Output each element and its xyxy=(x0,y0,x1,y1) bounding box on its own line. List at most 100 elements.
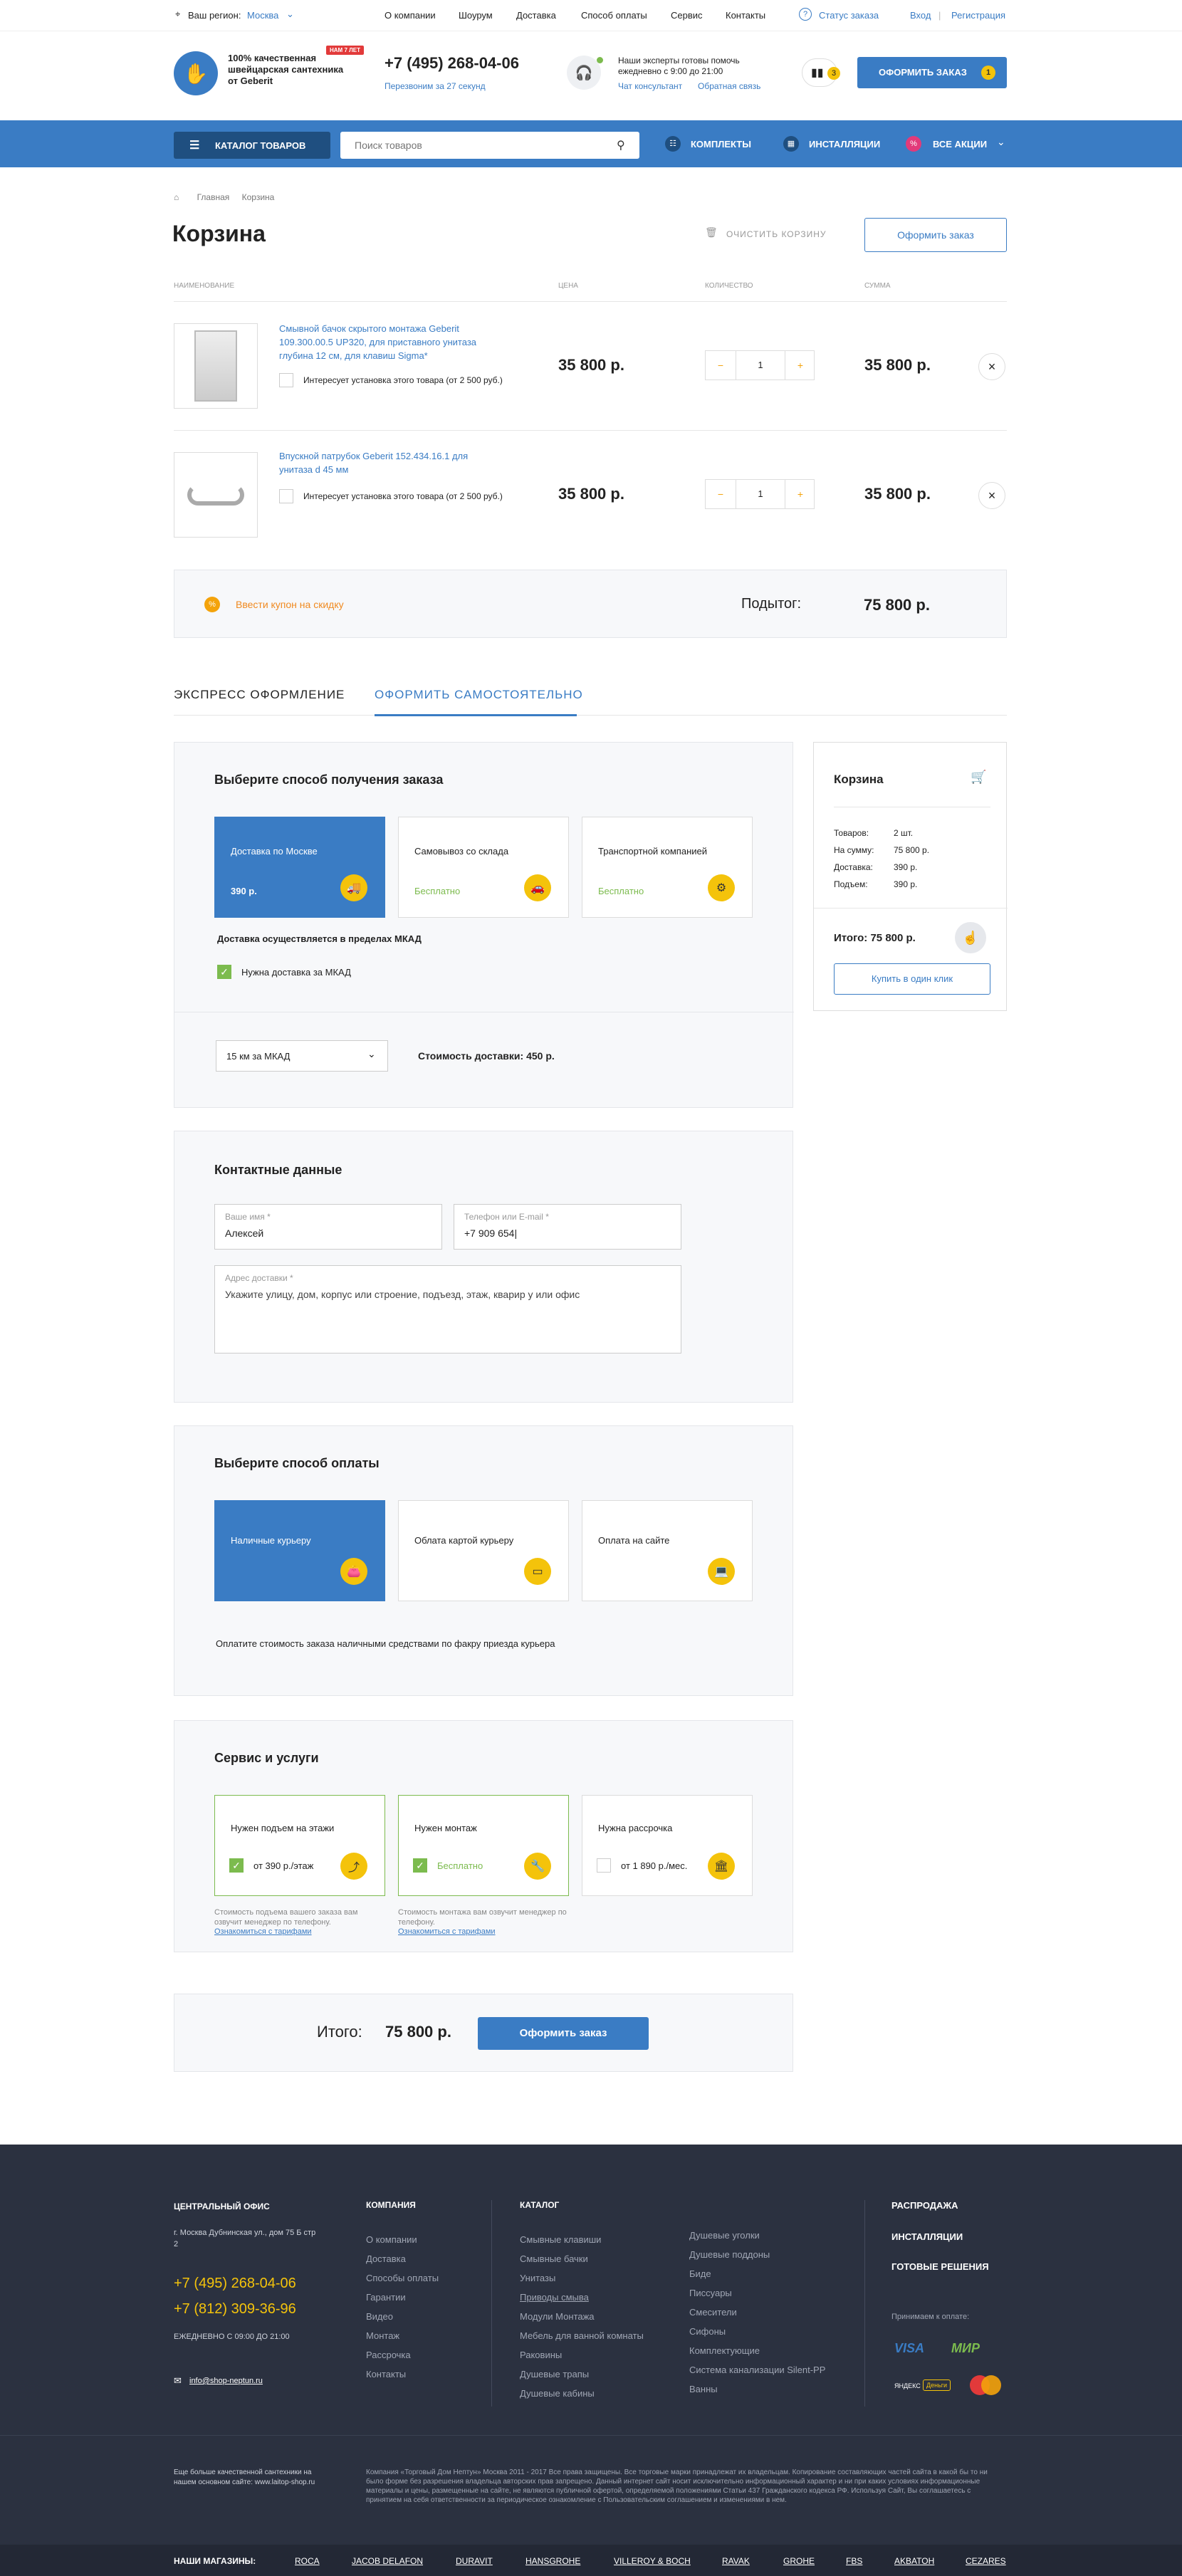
footer-phone-1[interactable]: +7 (495) 268-04-06 xyxy=(174,2276,296,2292)
increment-button[interactable]: + xyxy=(785,480,815,508)
footer-phone-2[interactable]: +7 (812) 309-36-96 xyxy=(174,2301,296,2318)
footer-link[interactable]: Видео xyxy=(366,2307,439,2326)
footer-sale[interactable]: РАСПРОДАЖА xyxy=(891,2200,958,2211)
service-installment[interactable]: Нужна рассрочка от 1 890 р./мес. 🏛 xyxy=(582,1795,753,1896)
footer-link[interactable]: Раковины xyxy=(520,2345,644,2365)
footer-link[interactable]: Душевые уголки xyxy=(689,2226,825,2245)
payment-option-cash[interactable]: Наличные курьеру 👛 xyxy=(214,1500,385,1601)
footer-ready[interactable]: ГОТОВЫЕ РЕШЕНИЯ xyxy=(891,2261,989,2272)
nav-kits[interactable]: КОМПЛЕКТЫ xyxy=(691,139,751,150)
register-link[interactable]: Регистрация xyxy=(951,10,1005,21)
footer-link[interactable]: Сифоны xyxy=(689,2322,825,2341)
footer-link[interactable]: Доставка xyxy=(366,2249,439,2268)
delivery-option-transport[interactable]: Транспортной компанией Бесплатно ⚙ xyxy=(582,817,753,918)
top-menu-showroom[interactable]: Шоурум xyxy=(459,10,493,21)
footer-link[interactable]: Монтаж xyxy=(366,2326,439,2345)
footer-link[interactable]: Приводы смыва xyxy=(520,2288,644,2307)
product-image[interactable] xyxy=(174,323,258,409)
callback-link[interactable]: Перезвоним за 27 секунд xyxy=(385,81,486,91)
search-icon[interactable]: ⚲ xyxy=(617,138,625,152)
store-link[interactable]: HANSGROHE xyxy=(525,2556,580,2566)
footer-link[interactable]: Контакты xyxy=(366,2365,439,2384)
store-link[interactable]: FBS xyxy=(846,2556,862,2566)
install-checkbox[interactable]: ✓ xyxy=(413,1858,427,1873)
checkout-button[interactable]: Оформить заказ xyxy=(478,2017,649,2050)
increment-button[interactable]: + xyxy=(785,351,815,379)
product-image[interactable] xyxy=(174,452,258,538)
store-link[interactable]: VILLEROY & BOCH xyxy=(614,2556,691,2566)
install-checkbox[interactable] xyxy=(279,489,293,503)
footer-link[interactable]: Мебель для ванной комнаты xyxy=(520,2326,644,2345)
tab-self[interactable]: ОФОРМИТЬ САМОСТОЯТЕЛЬНО xyxy=(375,688,583,702)
decrement-button[interactable]: − xyxy=(706,480,736,508)
nav-installations[interactable]: ИНСТАЛЛЯЦИИ xyxy=(809,139,880,150)
store-link[interactable]: CEZARES xyxy=(966,2556,1006,2566)
install-tariffs-link[interactable]: Ознакомиться с тарифами xyxy=(398,1927,496,1936)
chevron-down-icon[interactable]: ⌄ xyxy=(997,136,1005,148)
phone-field[interactable]: Телефон или E-mail * +7 909 654| xyxy=(454,1204,681,1250)
address-field[interactable]: Адрес доставки * Укажите улицу, дом, кор… xyxy=(214,1265,681,1354)
top-menu-delivery[interactable]: Доставка xyxy=(516,10,556,21)
top-menu-about[interactable]: О компании xyxy=(385,10,436,21)
store-link[interactable]: RAVAK xyxy=(722,2556,750,2566)
remove-icon[interactable]: × xyxy=(978,482,1005,509)
mkad-checkbox[interactable]: ✓ xyxy=(217,965,231,979)
installment-checkbox[interactable] xyxy=(597,1858,611,1873)
footer-link[interactable]: Писсуары xyxy=(689,2283,825,2303)
decrement-button[interactable]: − xyxy=(706,351,736,379)
region-select[interactable]: Москва xyxy=(247,10,278,21)
footer-link[interactable]: Комплектующие xyxy=(689,2341,825,2360)
order-status-link[interactable]: Статус заказа xyxy=(819,10,879,21)
login-link[interactable]: Вход xyxy=(910,10,931,21)
search-input[interactable] xyxy=(340,132,604,159)
payment-option-card[interactable]: Облата картой курьеру ▭ xyxy=(398,1500,569,1601)
remove-icon[interactable]: × xyxy=(978,353,1005,380)
delivery-option-pickup[interactable]: Самовывоз со склада Бесплатно 🚗 xyxy=(398,817,569,918)
footer-link[interactable]: Биде xyxy=(689,2264,825,2283)
name-field[interactable]: Ваше имя * Алексей xyxy=(214,1204,442,1250)
main-site-note[interactable]: Еще больше качественной сантехники на на… xyxy=(174,2468,316,2488)
checkout-button-top[interactable]: Оформить заказ xyxy=(864,218,1007,252)
distance-select[interactable]: 15 км за МКАД ⌄ xyxy=(216,1040,388,1072)
one-click-button[interactable]: Купить в один клик xyxy=(834,963,990,995)
payment-option-online[interactable]: Оплата на сайте 💻 xyxy=(582,1500,753,1601)
footer-link[interactable]: О компании xyxy=(366,2230,439,2249)
quantity-value[interactable]: 1 xyxy=(736,480,785,508)
footer-link[interactable]: Рассрочка xyxy=(366,2345,439,2365)
coupon-link[interactable]: Ввести купон на скидку xyxy=(236,599,344,610)
footer-link[interactable]: Душевые поддоны xyxy=(689,2245,825,2264)
top-menu-contacts[interactable]: Контакты xyxy=(726,10,765,21)
service-install[interactable]: Нужен монтаж ✓ Бесплатно 🔧 xyxy=(398,1795,569,1896)
store-link[interactable]: DURAVIT xyxy=(456,2556,493,2566)
product-name[interactable]: Смывной бачок скрытого монтажа Geberit 1… xyxy=(279,322,493,362)
delivery-option-moscow[interactable]: Доставка по Москве 390 р. 🚚 xyxy=(214,817,385,918)
footer-link[interactable]: Модули Монтажа xyxy=(520,2307,644,2326)
service-lift[interactable]: Нужен подъем на этажи ✓ от 390 р./этаж ⤴ xyxy=(214,1795,385,1896)
footer-link[interactable]: Душевые трапы xyxy=(520,2365,644,2384)
tab-express[interactable]: ЭКСПРЕСС ОФОРМЛЕНИЕ xyxy=(174,688,345,702)
footer-link[interactable]: Гарантии xyxy=(366,2288,439,2307)
footer-link[interactable]: Смесители xyxy=(689,2303,825,2322)
install-checkbox[interactable] xyxy=(279,373,293,387)
status-icon[interactable]: ? xyxy=(799,8,812,21)
chat-link[interactable]: Чат консультант xyxy=(618,81,682,91)
logo-icon[interactable]: ✋ xyxy=(174,51,218,95)
store-link[interactable]: JACOB DELAFON xyxy=(352,2556,423,2566)
store-link[interactable]: ROCA xyxy=(295,2556,320,2566)
footer-link[interactable]: Смывные клавиши xyxy=(520,2230,644,2249)
quantity-value[interactable]: 1 xyxy=(736,351,785,379)
breadcrumb-home[interactable]: Главная xyxy=(197,192,230,202)
product-name[interactable]: Впускной патрубок Geberit 152.434.16.1 д… xyxy=(279,449,493,476)
chevron-down-icon[interactable]: ⌄ xyxy=(286,9,294,20)
footer-link[interactable]: Система канализации Silent-PP xyxy=(689,2360,825,2379)
footer-email[interactable]: info@shop-neptun.ru xyxy=(189,2377,263,2385)
clear-cart-link[interactable]: ОЧИСТИТЬ КОРЗИНУ xyxy=(726,229,827,239)
header-phone[interactable]: +7 (495) 268-04-06 xyxy=(385,54,519,73)
top-menu-payment[interactable]: Способ оплаты xyxy=(581,10,647,21)
home-icon[interactable]: ⌂ xyxy=(174,192,179,202)
store-link[interactable]: AKBATOH xyxy=(894,2556,934,2566)
footer-installations[interactable]: ИНСТАЛЛЯЦИИ xyxy=(891,2231,963,2242)
footer-link[interactable]: Душевые кабины xyxy=(520,2384,644,2403)
footer-link[interactable]: Ванны xyxy=(689,2379,825,2399)
footer-link[interactable]: Унитазы xyxy=(520,2268,644,2288)
